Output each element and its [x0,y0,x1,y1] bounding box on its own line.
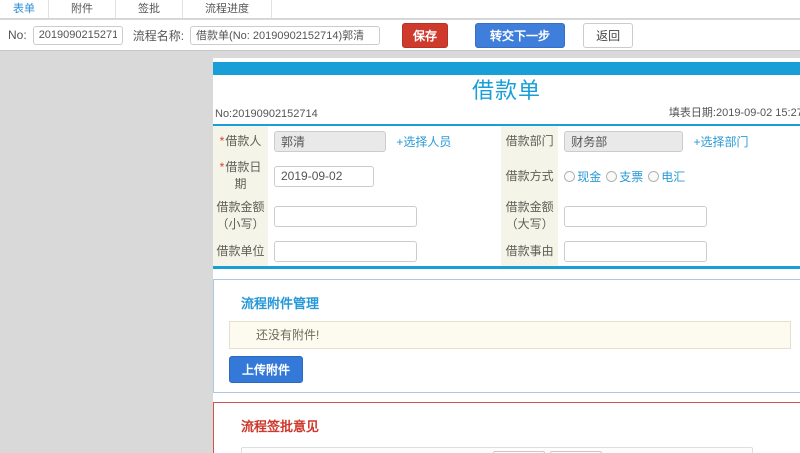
upload-attachment-button[interactable]: 上传附件 [229,356,304,383]
form-meta-row: No:20190902152714 填表日期:2019-09-02 15:27:… [213,104,800,124]
loan-date-input[interactable] [274,165,374,187]
form-fill-date: 填表日期:2019-09-02 15:27:1 [668,107,800,119]
amount-big-input[interactable] [564,205,708,227]
loan-form-table: *借款人 +选择人员 借款部门 +选择部门 *借款日期 借款方式 [213,126,800,266]
process-name-label: 流程名称: [132,28,185,43]
loan-reason-label: 借款事由 [505,243,554,258]
form-title: 借款单 [471,78,541,103]
amount-small-label: 借款金额（小写） [216,200,265,231]
editor-toolbar: B I abc [242,448,752,453]
page: 表单 附件 签批 流程进度 No: 流程名称: 保存 转交下一步 返回 借款单 … [0,0,800,453]
loan-unit-label: 借款单位 [216,243,265,258]
borrower-label: 借款人 [225,133,262,148]
tab-bar: 表单 附件 签批 流程进度 [0,0,800,19]
form-row-borrower: *借款人 +选择人员 借款部门 +选择部门 [213,126,800,156]
process-name-input[interactable] [190,25,381,45]
select-person-link[interactable]: +选择人员 [396,135,451,149]
no-attachments-message: 还没有附件! [229,321,791,349]
loan-method-label: 借款方式 [505,168,554,183]
rich-text-editor: B I abc [241,447,753,453]
radio-cash[interactable] [564,170,576,182]
back-button[interactable]: 返回 [583,22,634,48]
radio-check-label[interactable]: 支票 [619,168,643,185]
tab-approval[interactable]: 签批 [116,0,183,18]
select-department-link[interactable]: +选择部门 [694,135,749,149]
no-label: No: [8,28,27,42]
no-input[interactable] [32,25,123,45]
loan-reason-input[interactable] [564,240,708,262]
attachments-panel: 流程附件管理 还没有附件! 上传附件 [213,279,800,393]
amount-big-label: 借款金额（大写） [505,200,554,231]
form-row-amounts: 借款金额（小写） 借款金额（大写） [213,196,800,236]
required-asterisk: * [219,133,225,148]
department-label: 借款部门 [505,133,554,148]
tab-form[interactable]: 表单 [0,0,49,18]
amount-small-input[interactable] [274,205,417,227]
form-divider-bottom [213,266,800,269]
approval-heading: 流程签批意见 [241,419,320,434]
tab-progress[interactable]: 流程进度 [183,0,272,18]
content-area: 借款单 No:20190902152714 填表日期:2019-09-02 15… [213,58,800,453]
radio-wire[interactable] [648,170,660,182]
required-asterisk: * [219,160,225,174]
loan-method-radios: 现金 支票 电汇 [564,168,794,185]
approval-panel: 流程签批意见 B I abc [213,402,800,453]
toolbar: No: 流程名称: 保存 转交下一步 返回 [0,20,800,51]
radio-check[interactable] [606,170,618,182]
department-input[interactable] [564,130,684,152]
tab-attachments[interactable]: 附件 [49,0,116,18]
form-row-date-method: *借款日期 借款方式 现金 支票 电汇 [213,156,800,196]
loan-unit-input[interactable] [274,240,417,262]
loan-date-label: 借款日期 [225,160,262,191]
radio-wire-label[interactable]: 电汇 [661,168,685,185]
save-button[interactable]: 保存 [402,22,449,48]
next-step-button[interactable]: 转交下一步 [475,22,566,48]
borrower-input[interactable] [274,130,386,152]
radio-cash-label[interactable]: 现金 [577,168,601,185]
form-number: No:20190902152714 [215,108,318,120]
form-header-bar [213,62,800,75]
form-row-unit-reason: 借款单位 借款事由 [213,236,800,266]
attachments-heading: 流程附件管理 [241,296,320,311]
